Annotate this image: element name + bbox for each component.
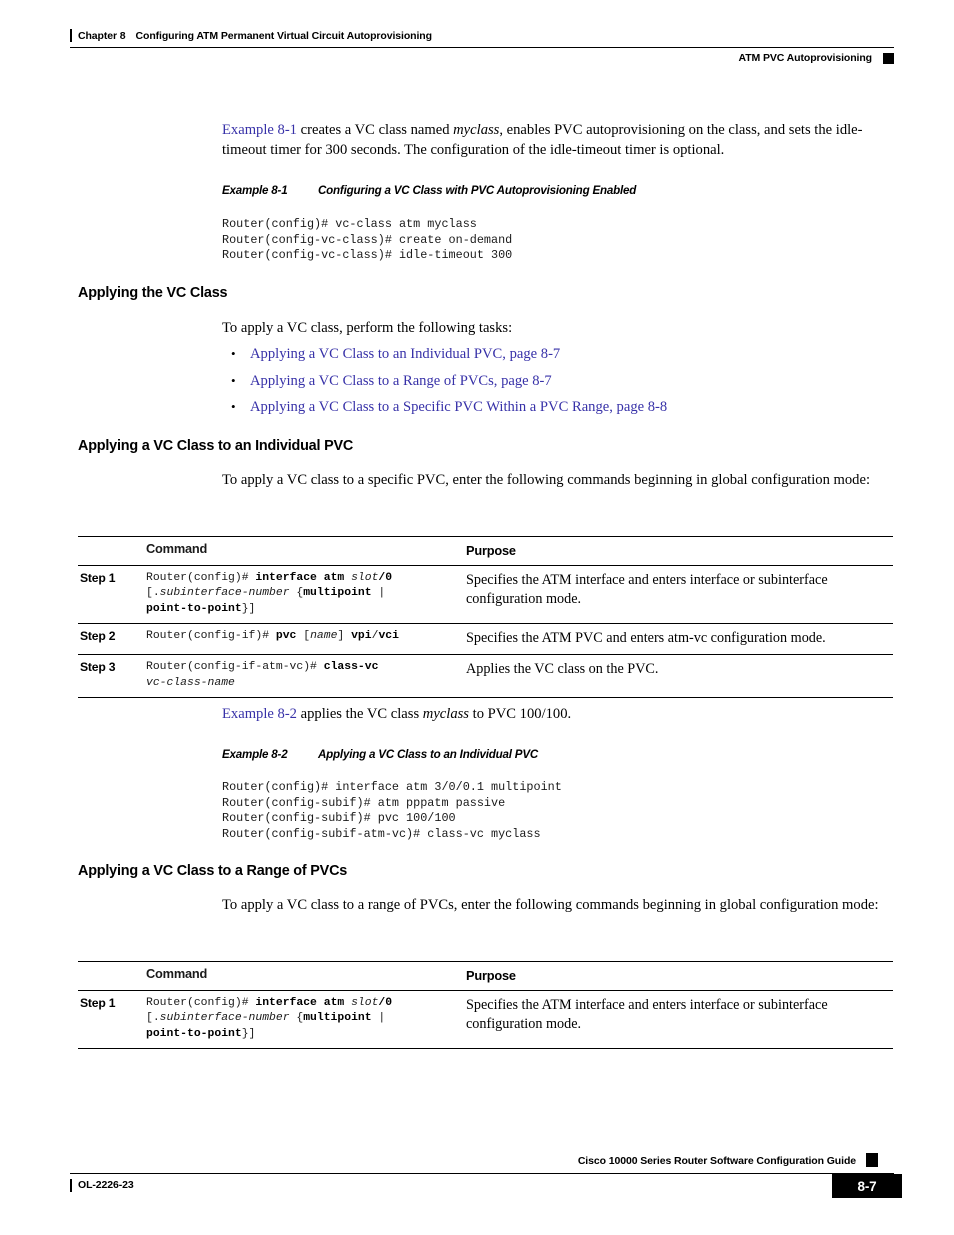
example-8-2-text-1: applies the VC class — [296, 706, 423, 722]
intro-text-1: creates a VC class named — [296, 122, 454, 138]
page-header: Chapter 8 Configuring ATM Permanent Virt… — [70, 29, 894, 74]
bullet-icon: • — [231, 346, 236, 361]
table1-body: Step 1 Router(config)# interface atm slo… — [78, 565, 893, 699]
table2-col-step-header — [78, 961, 138, 991]
table1-row0-step: Step 1 — [78, 565, 138, 625]
intro-italic-term: myclass — [453, 122, 500, 138]
table-row: Step 1 Router(config)# interface atm slo… — [78, 990, 893, 1050]
example-8-1-number: Example 8-1 — [222, 184, 288, 197]
range-pvcs-lead-in: To apply a VC class to a range of PVCs, … — [222, 897, 879, 913]
step-table-individual-pvc: Command Purpose Step 1 Router(config)# i… — [78, 536, 893, 699]
table1-row1-command: Router(config-if)# pvc [name] vpi/vci — [138, 623, 458, 656]
example-8-2-text-2: to PVC 100/100. — [469, 706, 572, 722]
example-8-1-code-block: Router(config)# vc-class atm myclass Rou… — [222, 217, 513, 263]
table2-col-command-header: Command — [138, 961, 458, 991]
list-item[interactable]: • Applying a VC Class to a Range of PVCs… — [222, 371, 895, 391]
page-footer: Cisco 10000 Series Router Software Confi… — [70, 1153, 902, 1215]
table1-col-purpose-header: Purpose — [458, 536, 893, 566]
table1-row2-command: Router(config-if-atm-vc)# class-vc vc-cl… — [138, 654, 458, 699]
link-range-of-pvcs[interactable]: Applying a VC Class to a Range of PVCs, … — [250, 371, 552, 391]
intro-paragraph-block: Example 8-1 creates a VC class named myc… — [222, 120, 895, 160]
header-marker-square-icon — [883, 53, 894, 64]
heading-applying-the-vc-class: Applying the VC Class — [78, 285, 228, 301]
step-table-range-of-pvcs: Command Purpose Step 1 Router(config)# i… — [78, 961, 893, 1050]
header-left-rule — [70, 29, 72, 42]
example-8-2-intro-block: Example 8-2 applies the VC class myclass… — [222, 704, 895, 724]
example-8-2-crossref-link[interactable]: Example 8-2 — [222, 706, 297, 722]
link-specific-pvc-within-range[interactable]: Applying a VC Class to a Specific PVC Wi… — [250, 397, 667, 417]
table1-row2-purpose: Applies the VC class on the PVC. — [458, 654, 893, 699]
table-header-row: Command Purpose — [78, 961, 893, 991]
document-page: Chapter 8 Configuring ATM Permanent Virt… — [0, 0, 954, 1235]
header-chapter-title: Configuring ATM Permanent Virtual Circui… — [135, 30, 432, 42]
table2-body: Step 1 Router(config)# interface atm slo… — [78, 990, 893, 1050]
table2-col-purpose-header: Purpose — [458, 961, 893, 991]
bullet-icon: • — [231, 399, 236, 414]
individual-pvc-lead-in: To apply a VC class to a specific PVC, e… — [222, 472, 871, 488]
applying-vc-class-link-list: • Applying a VC Class to an Individual P… — [222, 344, 895, 424]
example-8-2-intro: Example 8-2 applies the VC class myclass… — [222, 704, 895, 724]
table2-row0-purpose: Specifies the ATM interface and enters i… — [458, 990, 893, 1050]
example-8-1-title: Configuring a VC Class with PVC Autoprov… — [318, 184, 637, 197]
table-header-row: Command Purpose — [78, 536, 893, 566]
table1-col-command-header: Command — [138, 536, 458, 566]
example-8-2-caption: Example 8-2 Applying a VC Class to an In… — [222, 748, 538, 761]
individual-pvc-lead-in-block: To apply a VC class to a specific PVC, e… — [222, 470, 895, 490]
table-row: Step 2 Router(config-if)# pvc [name] vpi… — [78, 623, 893, 656]
table2-row0-step: Step 1 — [78, 990, 138, 1050]
table1-row0-command: Router(config)# interface atm slot/0 [.s… — [138, 565, 458, 625]
example-8-2-number: Example 8-2 — [222, 748, 288, 761]
table1-row1-purpose: Specifies the ATM PVC and enters atm-vc … — [458, 623, 893, 656]
example-8-1-caption: Example 8-1 Configuring a VC Class with … — [222, 184, 636, 197]
page-number-badge: 8-7 — [832, 1174, 902, 1198]
header-chapter: Chapter 8 Configuring ATM Permanent Virt… — [70, 29, 432, 42]
list-item[interactable]: • Applying a VC Class to a Specific PVC … — [222, 397, 895, 417]
example-8-2-italic-term: myclass — [422, 706, 469, 722]
header-chapter-label: Chapter 8 — [78, 30, 126, 42]
table1-row2-step: Step 3 — [78, 654, 138, 699]
link-individual-pvc[interactable]: Applying a VC Class to an Individual PVC… — [250, 344, 560, 364]
intro-paragraph: Example 8-1 creates a VC class named myc… — [222, 120, 895, 160]
applying-vc-class-lead-in-block: To apply a VC class, perform the followi… — [222, 318, 895, 338]
header-section-title: ATM PVC Autoprovisioning — [738, 52, 872, 64]
footer-doc-id: OL-2226-23 — [70, 1179, 134, 1192]
example-8-2-title: Applying a VC Class to an Individual PVC — [318, 748, 539, 761]
table1-col-step-header — [78, 536, 138, 566]
example-8-2-code-block: Router(config)# interface atm 3/0/0.1 mu… — [222, 780, 562, 841]
header-rule — [70, 47, 894, 49]
applying-vc-class-lead-in: To apply a VC class, perform the followi… — [222, 320, 513, 336]
bullet-icon: • — [231, 372, 236, 388]
table2-row0-command: Router(config)# interface atm slot/0 [.s… — [138, 990, 458, 1050]
heading-applying-vc-class-individual-pvc: Applying a VC Class to an Individual PVC — [78, 438, 354, 454]
table1-row0-purpose: Specifies the ATM interface and enters i… — [458, 565, 893, 625]
footer-doc-id-text: OL-2226-23 — [78, 1179, 134, 1191]
heading-applying-vc-class-range-of-pvcs: Applying a VC Class to a Range of PVCs — [78, 863, 348, 879]
range-pvcs-lead-in-block: To apply a VC class to a range of PVCs, … — [222, 895, 895, 915]
footer-guide-title: Cisco 10000 Series Router Software Confi… — [577, 1155, 856, 1167]
list-item[interactable]: • Applying a VC Class to an Individual P… — [222, 344, 895, 364]
table-row: Step 1 Router(config)# interface atm slo… — [78, 565, 893, 625]
table1-row1-step: Step 2 — [78, 623, 138, 656]
example-8-1-crossref-link[interactable]: Example 8-1 — [222, 122, 297, 138]
footer-left-rule — [70, 1179, 72, 1192]
table-row: Step 3 Router(config-if-atm-vc)# class-v… — [78, 654, 893, 699]
footer-rule — [70, 1173, 894, 1175]
footer-marker-square-icon — [866, 1153, 878, 1167]
